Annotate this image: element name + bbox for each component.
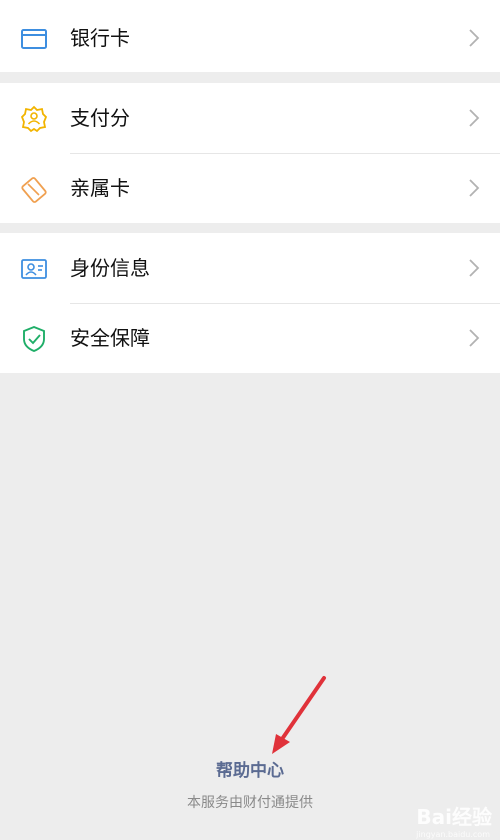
security-shield-icon <box>20 325 48 353</box>
payment-score-icon <box>20 105 48 133</box>
menu-item-payment-score[interactable]: 支付分 <box>0 83 500 153</box>
menu-item-label: 支付分 <box>70 106 130 130</box>
menu-item-security[interactable]: 安全保障 <box>0 303 500 373</box>
family-card-icon <box>20 175 48 203</box>
menu-item-label: 安全保障 <box>70 326 150 350</box>
help-center-link[interactable]: 帮助中心 <box>0 756 500 781</box>
menu-item-label: 身份信息 <box>70 256 150 280</box>
menu-item-identity-info[interactable]: 身份信息 <box>0 233 500 303</box>
watermark-logo: Bai经验 <box>416 805 492 829</box>
identity-card-icon <box>20 255 48 283</box>
menu-item-family-card[interactable]: 亲属卡 <box>0 153 500 223</box>
menu-item-bank-card[interactable]: 银行卡 <box>0 3 500 73</box>
chevron-right-icon <box>468 328 480 348</box>
chevron-right-icon <box>468 178 480 198</box>
chevron-right-icon <box>468 108 480 128</box>
menu-item-label: 亲属卡 <box>70 176 130 200</box>
annotation-arrow-icon <box>272 676 326 754</box>
menu-group-payment: 支付分 亲属卡 <box>0 83 500 223</box>
watermark-url: jingyan.baidu.com <box>416 830 490 839</box>
chevron-right-icon <box>468 258 480 278</box>
menu-group-identity: 身份信息 安全保障 <box>0 233 500 373</box>
menu-group-bank: 银行卡 <box>0 0 500 72</box>
chevron-right-icon <box>468 28 480 48</box>
menu-item-label: 银行卡 <box>70 26 130 50</box>
bank-card-icon <box>20 25 48 53</box>
